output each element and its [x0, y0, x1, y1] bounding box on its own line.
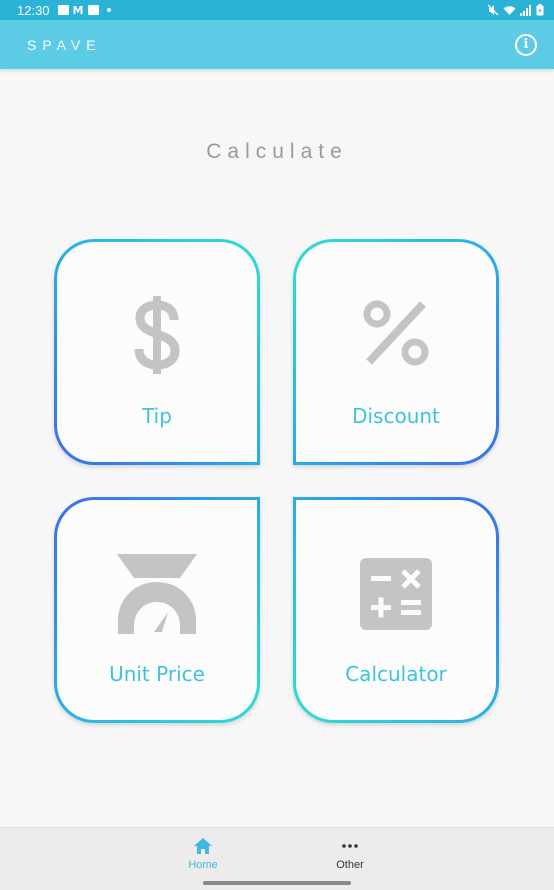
nav-other-label: Other — [336, 859, 364, 871]
app-bar: SPAVE i — [0, 20, 554, 69]
gmail-notification-icon: M — [72, 3, 84, 17]
unit-price-label: Unit Price — [109, 662, 205, 686]
page-title: Calculate — [206, 140, 348, 163]
signal-icon — [520, 4, 531, 16]
calculator-tile[interactable]: Calculator — [293, 497, 499, 723]
info-icon[interactable]: i — [515, 33, 537, 56]
dollar-icon — [132, 296, 182, 378]
more-notifications-icon — [106, 8, 111, 12]
mute-icon — [487, 4, 499, 16]
home-indicator[interactable] — [203, 881, 351, 885]
photo-notification-icon — [87, 5, 99, 15]
tip-tile[interactable]: Tip — [54, 239, 260, 465]
discount-label: Discount — [352, 404, 440, 428]
percent-icon — [363, 300, 429, 370]
app-title: SPAVE — [27, 36, 102, 53]
tip-label: Tip — [142, 404, 172, 428]
status-time: 12:30 — [17, 2, 50, 18]
status-bar: 12:30 M — [0, 0, 554, 20]
home-icon — [168, 836, 238, 856]
discount-tile[interactable]: Discount — [293, 239, 499, 465]
image-notification-icon — [57, 5, 69, 15]
notification-icons: M — [57, 3, 111, 17]
more-icon — [315, 836, 385, 856]
scale-icon — [116, 554, 198, 638]
calculator-label: Calculator — [345, 662, 447, 686]
nav-home-label: Home — [188, 859, 218, 871]
battery-icon — [536, 4, 544, 16]
calculator-icon — [360, 558, 432, 634]
wifi-icon — [503, 5, 516, 15]
system-icons — [487, 4, 544, 16]
nav-home[interactable]: Home — [168, 836, 238, 871]
nav-other[interactable]: Other — [315, 836, 385, 871]
unit-price-tile[interactable]: Unit Price — [54, 497, 260, 723]
